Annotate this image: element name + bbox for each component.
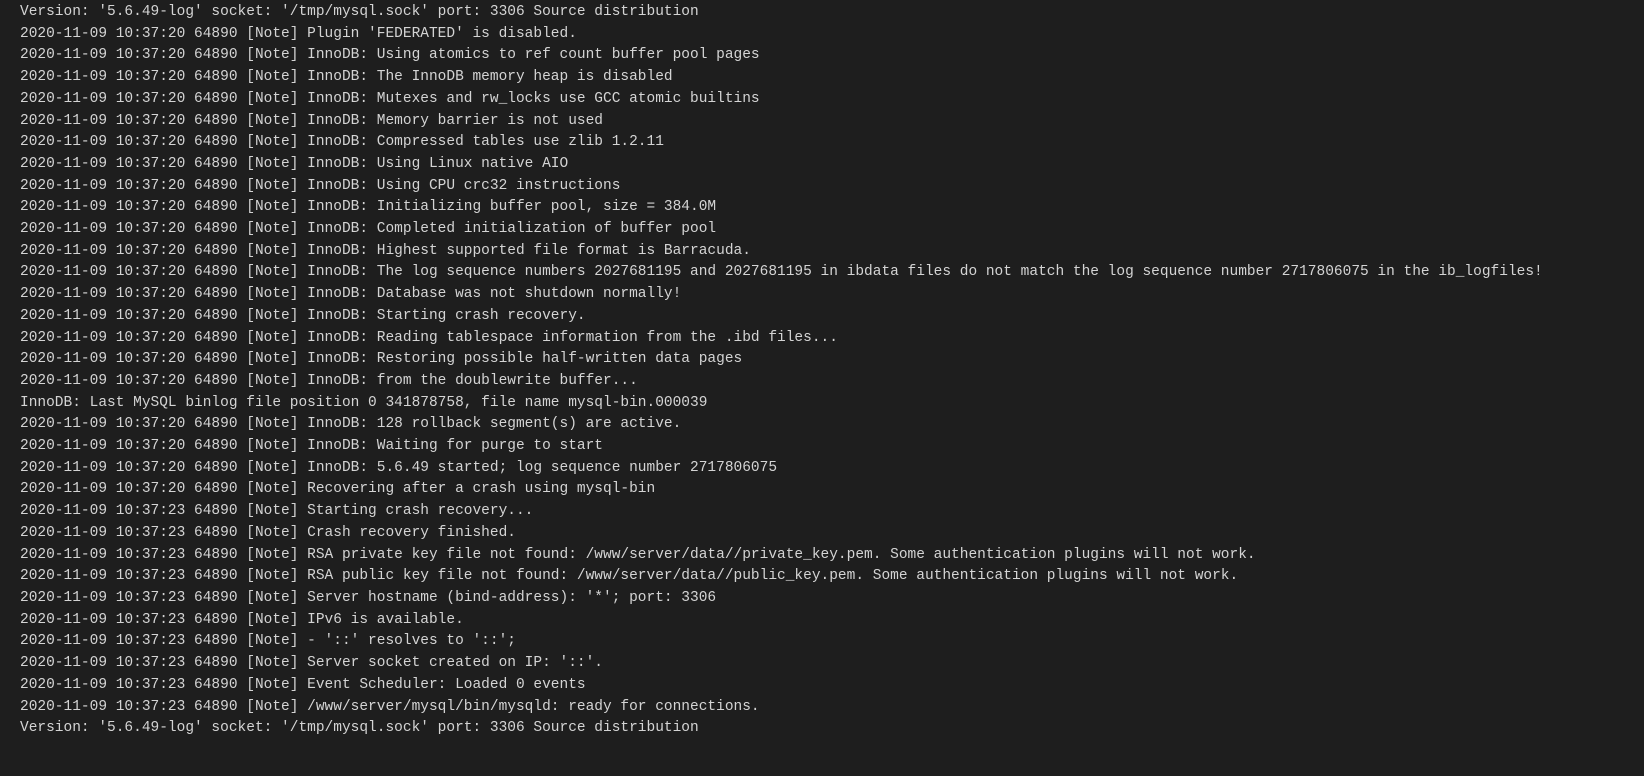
- log-line: 2020-11-09 10:37:23 64890 [Note] RSA pub…: [20, 566, 1624, 588]
- log-line: 2020-11-09 10:37:23 64890 [Note] Crash r…: [20, 523, 1624, 545]
- log-line: 2020-11-09 10:37:20 64890 [Note] InnoDB:…: [20, 284, 1624, 306]
- log-line: 2020-11-09 10:37:20 64890 [Note] InnoDB:…: [20, 371, 1624, 393]
- log-line: 2020-11-09 10:37:20 64890 [Note] InnoDB:…: [20, 89, 1624, 111]
- log-line: 2020-11-09 10:37:20 64890 [Note] InnoDB:…: [20, 306, 1624, 328]
- log-line: 2020-11-09 10:37:20 64890 [Note] InnoDB:…: [20, 67, 1624, 89]
- log-line: 2020-11-09 10:37:20 64890 [Note] InnoDB:…: [20, 111, 1624, 133]
- log-line: 2020-11-09 10:37:20 64890 [Note] InnoDB:…: [20, 197, 1624, 219]
- log-line: 2020-11-09 10:37:23 64890 [Note] /www/se…: [20, 697, 1624, 719]
- log-line: 2020-11-09 10:37:23 64890 [Note] Server …: [20, 653, 1624, 675]
- log-line: 2020-11-09 10:37:20 64890 [Note] InnoDB:…: [20, 45, 1624, 67]
- log-line: 2020-11-09 10:37:20 64890 [Note] Recover…: [20, 479, 1624, 501]
- log-line: Version: '5.6.49-log' socket: '/tmp/mysq…: [20, 718, 1624, 740]
- log-line: 2020-11-09 10:37:20 64890 [Note] InnoDB:…: [20, 154, 1624, 176]
- log-line: 2020-11-09 10:37:20 64890 [Note] InnoDB:…: [20, 414, 1624, 436]
- log-line: 2020-11-09 10:37:23 64890 [Note] RSA pri…: [20, 545, 1624, 567]
- log-line: 2020-11-09 10:37:20 64890 [Note] InnoDB:…: [20, 176, 1624, 198]
- log-line: 2020-11-09 10:37:20 64890 [Note] InnoDB:…: [20, 328, 1624, 350]
- log-line: 2020-11-09 10:37:20 64890 [Note] InnoDB:…: [20, 132, 1624, 154]
- log-line: Version: '5.6.49-log' socket: '/tmp/mysq…: [20, 2, 1624, 24]
- log-line: 2020-11-09 10:37:20 64890 [Note] InnoDB:…: [20, 219, 1624, 241]
- log-line: 2020-11-09 10:37:20 64890 [Note] InnoDB:…: [20, 241, 1624, 263]
- log-line: 2020-11-09 10:37:23 64890 [Note] - '::' …: [20, 631, 1624, 653]
- log-line: 2020-11-09 10:37:20 64890 [Note] InnoDB:…: [20, 436, 1624, 458]
- log-line: 2020-11-09 10:37:20 64890 [Note] InnoDB:…: [20, 458, 1624, 480]
- log-line: 2020-11-09 10:37:23 64890 [Note] Server …: [20, 588, 1624, 610]
- log-line: 2020-11-09 10:37:20 64890 [Note] Plugin …: [20, 24, 1624, 46]
- log-line: InnoDB: Last MySQL binlog file position …: [20, 393, 1624, 415]
- log-line: 2020-11-09 10:37:23 64890 [Note] Startin…: [20, 501, 1624, 523]
- log-line: 2020-11-09 10:37:23 64890 [Note] IPv6 is…: [20, 610, 1624, 632]
- log-line: 2020-11-09 10:37:20 64890 [Note] InnoDB:…: [20, 349, 1624, 371]
- log-line: 2020-11-09 10:37:20 64890 [Note] InnoDB:…: [20, 262, 1624, 284]
- terminal-log-output: Version: '5.6.49-log' socket: '/tmp/mysq…: [20, 2, 1624, 740]
- log-line: 2020-11-09 10:37:23 64890 [Note] Event S…: [20, 675, 1624, 697]
